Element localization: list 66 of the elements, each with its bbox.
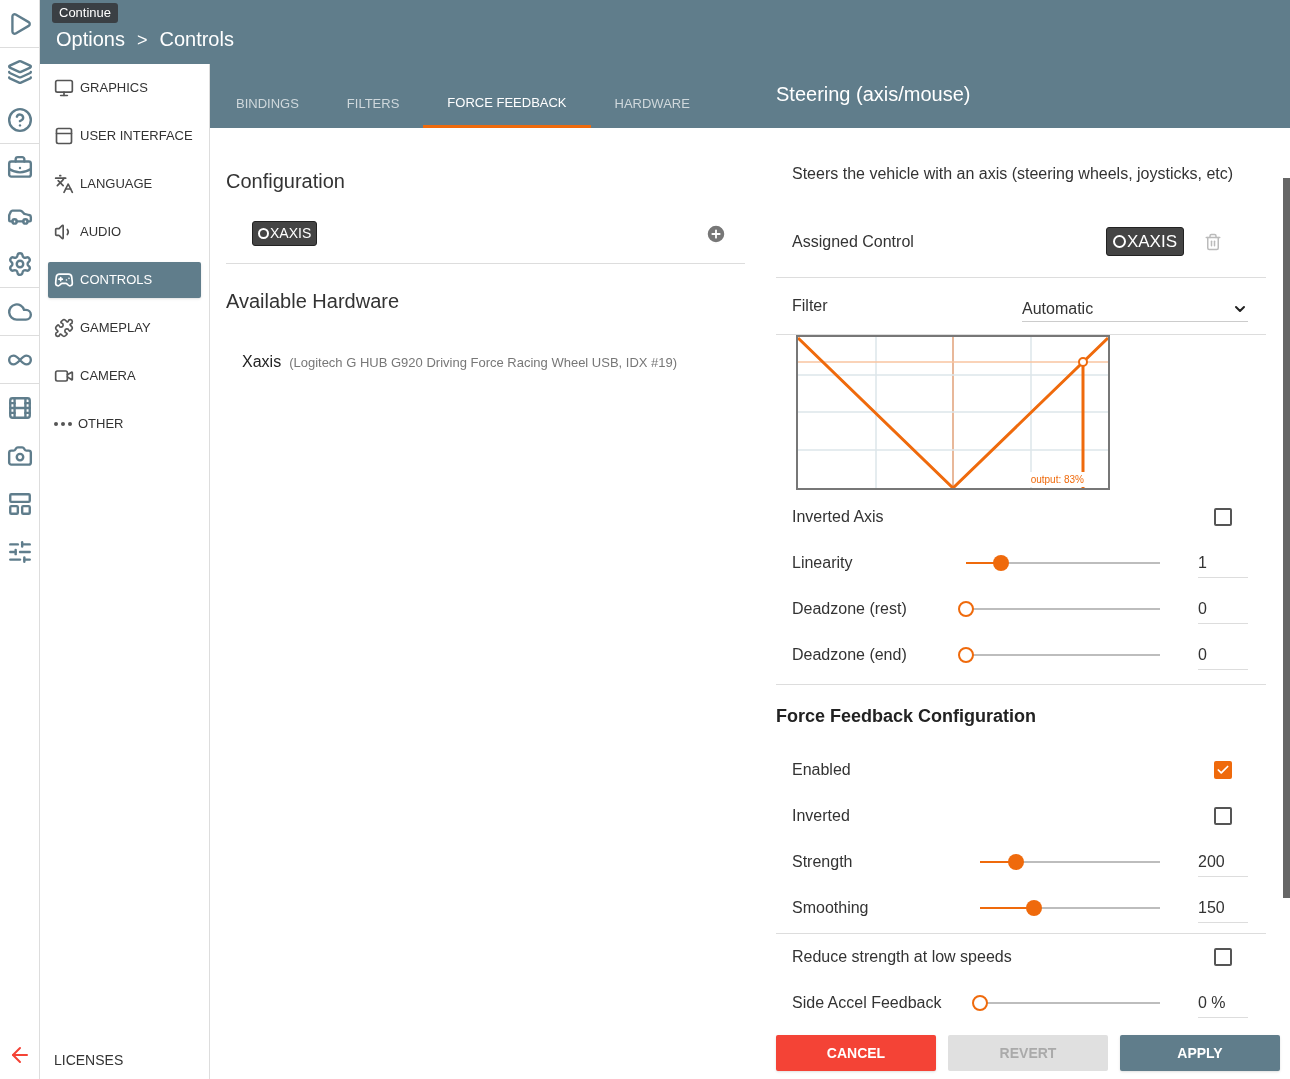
apply-button[interactable]: APPLY (1120, 1035, 1280, 1071)
nav-item[interactable]: AUDIO (48, 214, 201, 250)
nav-item[interactable]: LANGUAGE (48, 166, 201, 202)
setting-label: Reduce strength at low speeds (792, 947, 1013, 967)
value-field[interactable]: 0 (1198, 640, 1248, 670)
breadcrumb-parent[interactable]: Options (56, 24, 125, 54)
setting-label: Enabled (792, 760, 852, 780)
device-name[interactable]: Xaxis (242, 350, 282, 374)
cancel-button[interactable]: CANCEL (776, 1035, 936, 1071)
value-field[interactable]: 150 (1198, 893, 1248, 923)
camera-icon[interactable] (6, 443, 33, 469)
settings-icon[interactable] (6, 250, 33, 277)
setting-label: Linearity (792, 553, 854, 573)
section-title: Configuration (226, 169, 346, 194)
setting-label: Assigned Control (792, 231, 915, 252)
value-field[interactable]: 200 (1198, 847, 1248, 877)
layout-icon[interactable] (6, 491, 33, 517)
setting-label: Strength (792, 852, 854, 872)
value-field[interactable]: 0 % (1198, 988, 1248, 1018)
output-label: output: 83% (1028, 472, 1086, 487)
check-icon (1216, 763, 1230, 777)
puzzle-icon (54, 318, 74, 338)
licenses-link[interactable]: LICENSES (40, 1050, 209, 1071)
layers-icon[interactable] (6, 59, 33, 85)
setting-label: Side Accel Feedback (792, 993, 943, 1013)
help-icon[interactable] (6, 106, 33, 133)
setting-label: Deadzone (rest) (792, 599, 908, 619)
section-title: Available Hardware (226, 289, 401, 314)
setting-label: Deadzone (end) (792, 645, 908, 665)
description: Steers the vehicle with an axis (steering wheels, joysticks, etc) (791, 164, 1235, 184)
monitor-icon (54, 78, 74, 98)
value-field[interactable]: 0 (1198, 594, 1248, 624)
setting-label: Inverted Axis (792, 507, 885, 527)
setting-label: Inverted (792, 806, 851, 826)
value-field[interactable]: 1 (1198, 548, 1248, 578)
film-icon[interactable] (6, 395, 33, 421)
nav-item[interactable]: GAMEPLAY (48, 310, 201, 346)
filter-dropdown[interactable]: Automatic (1022, 290, 1248, 322)
nav-item[interactable]: CAMERA (48, 358, 201, 394)
window-icon (54, 126, 74, 146)
checkbox[interactable] (1214, 948, 1232, 966)
setting-label: Filter (792, 296, 829, 316)
nav-item[interactable]: CONTROLS (48, 262, 201, 298)
tab[interactable]: FORCE FEEDBACK (423, 64, 591, 128)
binding-chip[interactable]: XAXIS (1105, 226, 1184, 257)
nav-item[interactable]: OTHER (48, 406, 201, 442)
nav-item[interactable]: USER INTERFACE (48, 118, 201, 154)
binding-chip[interactable]: XAXIS (252, 221, 318, 246)
gamepad-icon (54, 270, 74, 290)
add-icon[interactable] (705, 222, 727, 245)
nav-item[interactable]: GRAPHICS (48, 70, 201, 106)
breadcrumb-current: Controls (159, 27, 234, 52)
scrollbar[interactable] (1283, 178, 1290, 898)
checkbox[interactable] (1214, 508, 1232, 526)
checkbox[interactable] (1214, 807, 1232, 825)
breadcrumb-separator: > (136, 29, 148, 52)
panel-title: Steering (axis/mouse) (776, 82, 971, 107)
ellipsis-icon (54, 422, 72, 426)
device-detail: (Logitech G HUB G920 Driving Force Racing Wheel USB, IDX #19) (289, 354, 678, 372)
sliders-icon[interactable] (6, 539, 33, 565)
briefcase-icon[interactable] (6, 155, 33, 181)
tooltip: Continue (52, 3, 119, 23)
translate-icon (54, 174, 74, 194)
checkbox[interactable] (1214, 761, 1232, 779)
setting-label: Smoothing (792, 898, 870, 918)
section-title: Force Feedback Configuration (776, 704, 1038, 728)
